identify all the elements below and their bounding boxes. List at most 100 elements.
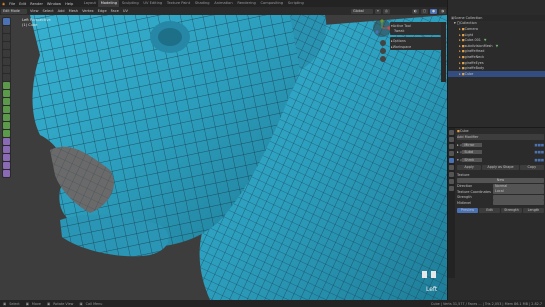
extrude-tool-icon[interactable] [3,82,10,89]
modifier-row[interactable]: ▸ ◇ Mirror ■■■ [457,142,544,148]
select-tool-icon[interactable] [3,18,10,25]
blender-logo-icon[interactable]: ◉ [0,2,7,6]
modifier-actions: Apply Apply as Shape Copy [457,164,544,171]
tab-modeling[interactable]: Modeling [98,0,120,7]
view-direction-label: Left [426,286,438,293]
tab-compositing[interactable]: Compositing [258,0,285,7]
rotate-tool-icon[interactable] [3,42,10,49]
tab-edit[interactable]: Edit [479,207,500,213]
snap-icon[interactable]: ⌖ [374,8,381,14]
menu-file[interactable]: File [7,2,17,6]
status-move: Move [31,301,41,306]
menu-edge[interactable]: Edge [96,9,109,13]
orientation-selector[interactable]: Global [350,8,373,14]
shear-tool-icon[interactable] [3,162,10,169]
menu-view[interactable]: View [28,9,41,13]
status-call-menu: Call Menu [85,301,103,306]
menu-edit[interactable]: Edit [17,2,28,6]
outliner-list: ▾ ▢ Collection ▸ ◼ Camera ▸ ◼ Light ▸ ◼ … [448,21,545,77]
bevel-tool-icon[interactable] [3,98,10,105]
menu-face[interactable]: Face [109,9,121,13]
strength-row: Strength [457,194,544,200]
tab-sculpting[interactable]: Sculpting [119,0,141,7]
copy-button[interactable]: Copy [519,164,544,170]
shrink-tool-icon[interactable] [3,154,10,161]
material-properties-icon[interactable] [449,185,454,191]
tab-row: Preview Edit Strength Length [457,207,544,214]
move-tool-icon[interactable] [3,34,10,41]
tab-length[interactable]: Length [523,207,544,213]
mouse-right-icon: ▣ [79,301,83,306]
midlevel-row: Midlevel [457,200,544,206]
scale-tool-icon[interactable] [3,50,10,57]
tab-strength[interactable]: Strength [501,207,522,213]
mouse-rotate-icon: ▣ [47,301,51,306]
menu-vertex[interactable]: Vertex [80,9,96,13]
status-rotate: Rotate View [53,301,74,306]
tab-preview[interactable]: Preview [457,207,478,213]
rip-tool-icon[interactable] [3,170,10,177]
knife-tool-icon[interactable] [3,114,10,121]
object-properties-icon[interactable] [449,150,454,156]
coords-row: Texture Coordinates Local [457,189,544,195]
tool-properties-icon[interactable] [449,129,454,135]
menu-render[interactable]: Render [28,2,45,6]
smooth-tool-icon[interactable] [3,138,10,145]
poly-build-tool-icon[interactable] [3,122,10,129]
shading-material-icon[interactable]: ◑ [439,8,446,14]
shading-solid-icon[interactable]: ● [430,8,438,14]
physics-properties-icon[interactable] [449,164,454,170]
direction-row: Direction Normal [457,183,544,189]
mode-selector[interactable]: Edit Mode [1,8,27,14]
output-properties-icon[interactable] [449,143,454,149]
menu-add[interactable]: Add [56,9,67,13]
modifier-row[interactable]: ▾ ◇ Shrnk ■■■ [457,157,544,163]
tool-shelf [2,17,11,178]
measure-tool-icon[interactable] [3,74,10,81]
mouse-left-icon: ▣ [3,301,7,306]
constraints-properties-icon[interactable] [449,171,454,177]
add-modifier-button[interactable]: Add Modifier [457,134,544,140]
right-panel: ▣ Scene Collection ▾ ▢ Collection ▸ ◼ Ca… [447,0,545,307]
menu-mesh[interactable]: Mesh [67,9,80,13]
menu-window[interactable]: Window [45,2,63,6]
edge-slide-tool-icon[interactable] [3,146,10,153]
tab-shading[interactable]: Shading [193,0,212,7]
sidebar-panel: ▾ Active Tool Tweak ▸ Options ▸ Workspac… [376,22,442,62]
spin-tool-icon[interactable] [3,130,10,137]
loop-cut-tool-icon[interactable] [3,106,10,113]
view-cube-icon [422,271,438,285]
tab-layout[interactable]: Layout [81,0,98,7]
tab-texture-paint[interactable]: Texture Paint [165,0,193,7]
sidebar-tabs[interactable] [441,22,446,82]
apply-as-shape-button[interactable]: Apply as Shape [482,164,519,170]
tab-uv-editing[interactable]: UV Editing [141,0,165,7]
mouse-middle-icon: ▣ [25,301,29,306]
xray-icon[interactable]: ▢ [420,8,429,14]
properties-tab-bar [448,127,455,278]
menu-uv[interactable]: UV [121,9,130,13]
tab-rendering[interactable]: Rendering [235,0,258,7]
texture-field[interactable]: New [457,177,544,184]
tab-scripting[interactable]: Scripting [285,0,306,7]
inset-tool-icon[interactable] [3,90,10,97]
status-select: Select [9,301,20,306]
annotate-tool-icon[interactable] [3,66,10,73]
proportional-edit-icon[interactable]: ◎ [382,8,390,14]
overlay-icon[interactable]: ◐ [411,8,419,14]
modifier-row[interactable]: ▸ ◇ Subd ■■■ [457,149,544,155]
menu-select[interactable]: Select [41,9,56,13]
transform-tool-icon[interactable] [3,58,10,65]
status-stats: Cube | Verts 31,577 / Faces ... | Tris 2… [430,301,542,306]
tab-animation[interactable]: Animation [212,0,235,7]
modifier-properties-icon[interactable] [449,157,454,163]
active-tool-value: Tweak [394,29,405,34]
data-properties-icon[interactable] [449,178,454,184]
apply-button[interactable]: Apply [457,164,482,170]
viewport-object-name: (1) Cube [22,23,38,27]
workspace-section[interactable]: ▸ Workspace [391,44,441,50]
render-properties-icon[interactable] [449,136,454,142]
cursor-tool-icon[interactable] [3,26,10,33]
status-bar: ▣ Select ▣ Move ▣ Rotate View ▣ Call Menu Cu… [0,300,545,307]
menu-help[interactable]: Help [63,2,75,6]
